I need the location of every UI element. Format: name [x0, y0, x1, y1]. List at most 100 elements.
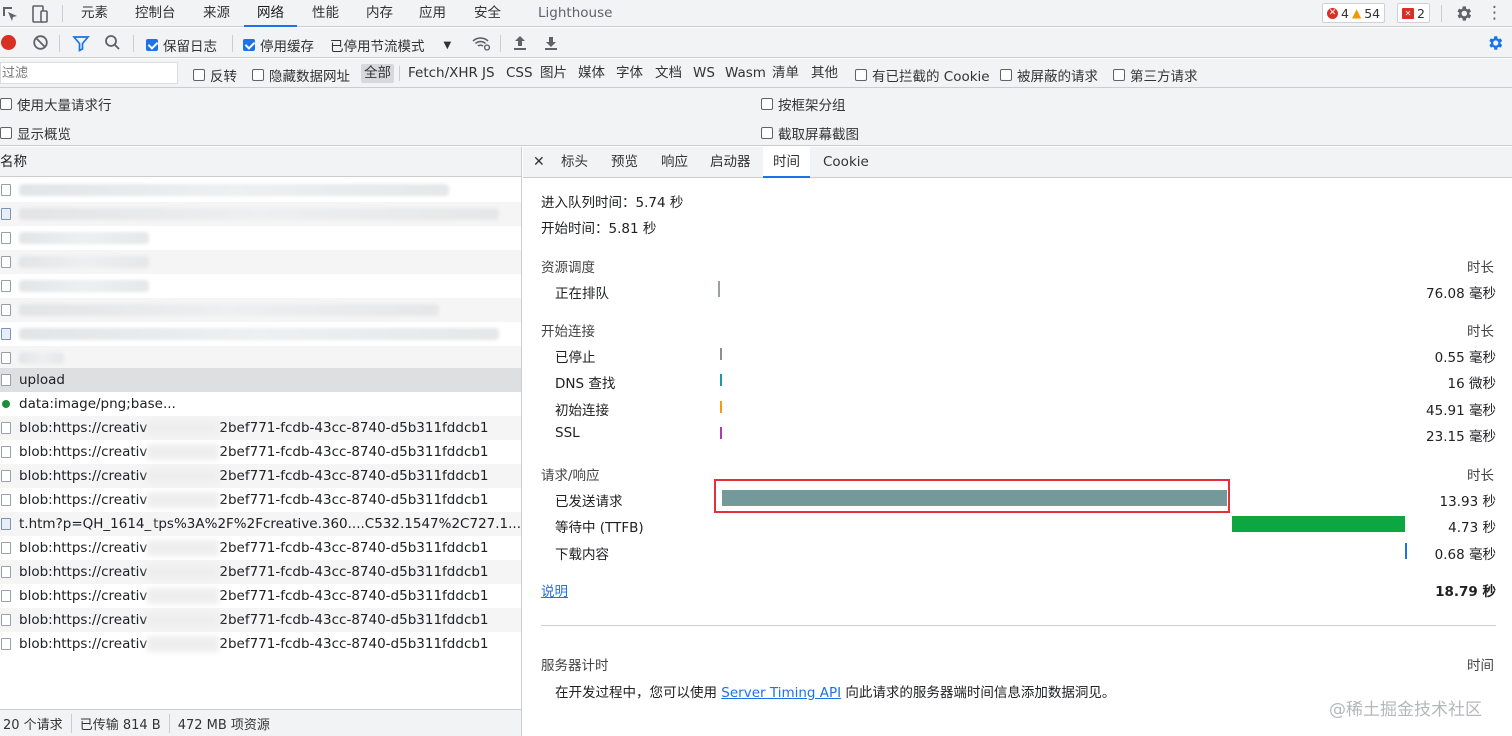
settings-options: 使用大量请求行 按框架分组 显示概览 截取屏幕截图 [0, 88, 1512, 146]
warning-icon: ▲ [1351, 6, 1362, 20]
group-by-frame-checkbox[interactable]: 按框架分组 [761, 94, 846, 114]
type-filter-css[interactable]: CSS [506, 64, 533, 83]
filter-input[interactable] [0, 62, 178, 84]
hide-data-urls-checkbox[interactable]: 隐藏数据网址 [252, 65, 350, 85]
tab-application[interactable]: 应用 [419, 0, 446, 27]
list-item[interactable] [0, 322, 521, 346]
tab-console[interactable]: 控制台 [135, 0, 176, 27]
settings-gear-icon[interactable] [1454, 4, 1473, 23]
divider [541, 625, 1496, 626]
image-type-icon [2, 400, 10, 408]
name-column-header[interactable]: 名称 [0, 147, 521, 177]
type-filter-wasm[interactable]: Wasm [725, 64, 766, 83]
table-row[interactable]: blob:https://creativ 2bef771-fcdb-43cc-87… [0, 488, 521, 512]
blocked-requests-checkbox[interactable]: 被屏蔽的请求 [1000, 65, 1098, 85]
tab-timing[interactable]: 时间 [763, 147, 810, 178]
import-har-icon[interactable] [512, 34, 528, 51]
duration-header: 时长 [1467, 260, 1494, 276]
timing-label-download: 下载内容 [555, 547, 609, 563]
search-icon[interactable] [104, 34, 121, 51]
list-item[interactable] [0, 346, 521, 370]
issues-badge[interactable]: ✕ 2 [1397, 3, 1430, 23]
disable-cache-checkbox[interactable]: 停用缓存 [243, 35, 314, 55]
tab-headers[interactable]: 标头 [561, 147, 588, 178]
error-icon: ✕ [1327, 7, 1338, 19]
record-icon[interactable] [1, 35, 16, 50]
type-filter-ws[interactable]: WS [693, 64, 715, 83]
devtools-tab-bar: 元素 控制台 来源 网络 性能 内存 应用 安全 Lighthouse ✕ 4 … [0, 0, 1512, 27]
export-har-icon[interactable] [543, 34, 559, 51]
tab-elements[interactable]: 元素 [81, 0, 108, 27]
explanation-link[interactable]: 说明 [541, 580, 568, 600]
large-rows-checkbox[interactable]: 使用大量请求行 [0, 94, 112, 114]
type-filter-img[interactable]: 图片 [540, 64, 567, 83]
tab-response[interactable]: 响应 [661, 147, 688, 178]
tab-sources[interactable]: 来源 [203, 0, 230, 27]
type-filter-all[interactable]: 全部 [361, 64, 394, 83]
timing-label-stalled: 已停止 [555, 350, 596, 366]
server-timing-title: 服务器计时 [541, 658, 609, 674]
tab-security[interactable]: 安全 [474, 0, 501, 27]
table-row[interactable]: blob:https://creativ 2bef771-fcdb-43cc-87… [0, 632, 521, 656]
show-overview-checkbox[interactable]: 显示概览 [0, 123, 71, 143]
more-options-icon[interactable]: ⋮ [1486, 2, 1503, 24]
started-at: 开始时间：5.81 秒 [541, 221, 657, 237]
invert-checkbox[interactable]: 反转 [193, 65, 237, 85]
server-timing-note: 在开发过程中，您可以使用 Server Timing API 向此请求的服务器端… [555, 685, 1116, 701]
table-row[interactable]: blob:https://creativ 2bef771-fcdb-43cc-87… [0, 440, 521, 464]
network-conditions-icon[interactable] [471, 34, 491, 52]
type-filter-doc[interactable]: 文档 [655, 64, 682, 83]
table-row-selected[interactable]: upload [0, 368, 521, 392]
table-row[interactable]: blob:https://creativ 2bef771-fcdb-43cc-87… [0, 464, 521, 488]
blocked-cookies-checkbox[interactable]: 有已拦截的 Cookie [855, 65, 990, 85]
error-count: 4 [1341, 5, 1349, 21]
request-list-panel: 名称 upload data:image/png;base... blob:ht… [0, 147, 522, 736]
table-row[interactable]: blob:https://creativ 2bef771-fcdb-43cc-87… [0, 536, 521, 560]
type-filter-font[interactable]: 字体 [616, 64, 643, 83]
filter-icon[interactable] [72, 34, 90, 52]
tab-lighthouse[interactable]: Lighthouse [538, 0, 612, 27]
list-item[interactable] [0, 202, 521, 226]
server-timing-api-link[interactable]: Server Timing API [721, 685, 841, 701]
close-icon[interactable]: ✕ [533, 147, 545, 178]
timing-label-dns: DNS 查找 [555, 376, 616, 392]
device-toolbar-icon[interactable] [30, 4, 50, 24]
table-row[interactable]: blob:https://creativ 2bef771-fcdb-43cc-87… [0, 584, 521, 608]
type-filter-other[interactable]: 其他 [811, 64, 838, 83]
table-row[interactable]: blob:https://creativ 2bef771-fcdb-43cc-87… [0, 608, 521, 632]
throttling-select[interactable]: 已停用节流模式 ▼ [330, 35, 451, 55]
inspect-element-icon[interactable] [0, 4, 20, 24]
timing-value-request-sent: 13.93 秒 [1439, 494, 1496, 510]
list-item[interactable] [0, 178, 521, 202]
list-item[interactable] [0, 298, 521, 322]
type-filter-media[interactable]: 媒体 [578, 64, 605, 83]
preserve-log-checkbox[interactable]: 保留日志 [146, 35, 217, 55]
table-row[interactable]: t.htm?p=QH_1614_ tps%3A%2F%2Fcreative.360… [0, 512, 521, 536]
capture-screenshots-checkbox[interactable]: 截取屏幕截图 [761, 123, 859, 143]
third-party-checkbox[interactable]: 第三方请求 [1113, 65, 1198, 85]
tab-cookies[interactable]: Cookie [823, 147, 869, 178]
list-item[interactable] [0, 274, 521, 298]
tab-network[interactable]: 网络 [244, 0, 297, 27]
tab-preview[interactable]: 预览 [611, 147, 638, 178]
table-row[interactable]: blob:https://creativ 2bef771-fcdb-43cc-87… [0, 560, 521, 584]
type-filter-fetch-xhr[interactable]: Fetch/XHR [408, 64, 478, 83]
filter-bar: 反转 隐藏数据网址 全部 Fetch/XHR JS CSS 图片 媒体 字体 文… [0, 59, 1512, 88]
table-row[interactable]: data:image/png;base... [0, 392, 521, 416]
dropdown-arrow-icon: ▼ [443, 39, 452, 51]
network-settings-gear-icon[interactable] [1486, 34, 1504, 52]
section-title-connection: 开始连接 [541, 324, 595, 340]
request-detail-panel: ✕ 标头 预览 响应 启动器 时间 Cookie 进入队列时间：5.74 秒 开… [523, 147, 1512, 736]
type-filter-js[interactable]: JS [482, 64, 495, 83]
issues-counter[interactable]: ✕ 4 ▲ 54 [1322, 3, 1386, 23]
table-row[interactable]: blob:https://creativ 2bef771-fcdb-43cc-87… [0, 416, 521, 440]
tab-initiator[interactable]: 启动器 [710, 147, 751, 178]
list-item[interactable] [0, 250, 521, 274]
checkbox-checked-icon [146, 39, 158, 51]
tab-memory[interactable]: 内存 [366, 0, 393, 27]
duration-header-3: 时长 [1467, 468, 1494, 484]
type-filter-manifest[interactable]: 清单 [772, 64, 799, 83]
clear-icon[interactable] [32, 34, 49, 51]
list-item[interactable] [0, 226, 521, 250]
tab-performance[interactable]: 性能 [312, 0, 339, 27]
